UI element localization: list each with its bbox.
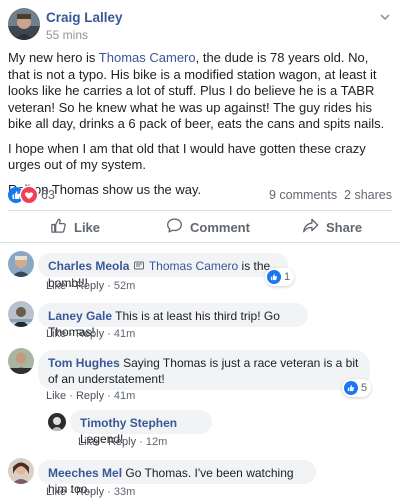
post-text: My new hero is (8, 50, 99, 65)
commenter-avatar[interactable] (8, 251, 34, 277)
facebook-post: Craig Lalley 55 mins My new hero is Thom… (0, 0, 400, 502)
post-timestamp[interactable]: 55 mins (46, 28, 88, 42)
mention-link[interactable]: Thomas Camero (99, 50, 196, 65)
comment-meta: Like · Reply · 52m (46, 280, 136, 292)
comment-reaction-badge[interactable]: 1 (265, 268, 295, 286)
tag-icon (133, 259, 145, 275)
comment-meta: Like · Reply · 33m (46, 486, 136, 498)
commenter-avatar[interactable] (8, 348, 34, 374)
commenter-name[interactable]: Charles Meola (48, 259, 129, 273)
comment-age[interactable]: 41m (114, 328, 135, 340)
comment-reply-link[interactable]: Reply (108, 436, 136, 448)
author-avatar[interactable] (8, 8, 40, 40)
mention-link[interactable]: Thomas Camero (149, 259, 238, 273)
chevron-down-icon[interactable] (378, 10, 392, 24)
comment-bubble: Charles Meola Thomas Camero is the bomb!… (38, 253, 288, 290)
comment-age[interactable]: 33m (114, 486, 135, 498)
comment-bubble: Laney Gale This is at least his third tr… (38, 303, 308, 339)
share-icon (302, 217, 326, 237)
comment-meta: Like · Reply · 41m (46, 328, 136, 340)
comment-age[interactable]: 41m (114, 390, 135, 402)
comment-like-link[interactable]: Like (46, 280, 66, 292)
reactions-summary: 63 9 comments 2 shares (8, 186, 392, 204)
post-paragraph: My new hero is Thomas Camero, the dude i… (8, 50, 392, 133)
reply-bubble: Timothy Stephen Legend! (70, 410, 212, 446)
share-button[interactable]: Share (302, 211, 362, 243)
comment-like-link[interactable]: Like (46, 390, 66, 402)
share-button-label: Share (326, 219, 363, 235)
commenter-name[interactable]: Laney Gale (48, 309, 112, 323)
comment-button-label: Comment (190, 219, 250, 235)
comment-like-link[interactable]: Like (78, 436, 98, 448)
like-reaction-icon (344, 381, 358, 395)
comment-button[interactable]: Comment (166, 211, 250, 243)
comment-bubble: Tom Hughes Saying Thomas is just a race … (38, 350, 370, 390)
comments-shares-count: 9 comments 2 shares (269, 188, 392, 202)
comment-like-link[interactable]: Like (46, 328, 66, 340)
comment-meta: Like · Reply · 12m (78, 436, 168, 448)
reaction-count[interactable]: 63 (41, 188, 55, 202)
commenter-avatar[interactable] (8, 301, 34, 327)
reaction-count: 5 (361, 382, 368, 394)
post-paragraph: I hope when I am that old that I would h… (8, 140, 366, 173)
commenter-avatar[interactable] (48, 413, 66, 431)
thumbs-up-icon (50, 217, 74, 237)
comment-age[interactable]: 52m (114, 280, 135, 292)
comments-count[interactable]: 9 comments (269, 188, 337, 202)
commenter-avatar[interactable] (8, 458, 34, 484)
comment-bubble: Meeches Mel Go Thomas. I've been watchin… (38, 460, 316, 496)
comment-age[interactable]: 12m (146, 436, 167, 448)
shares-count[interactable]: 2 shares (344, 188, 392, 202)
divider (0, 242, 400, 243)
comment-like-link[interactable]: Like (46, 486, 66, 498)
comment-reply-link[interactable]: Reply (76, 390, 104, 402)
comment-meta: Like · Reply · 41m (46, 390, 136, 402)
commenter-name[interactable]: Tom Hughes (48, 356, 120, 370)
commenter-name[interactable]: Meeches Mel (48, 466, 122, 480)
comment-reply-link[interactable]: Reply (76, 280, 104, 292)
commenter-name[interactable]: Timothy Stephen (80, 416, 177, 430)
comment-reaction-badge[interactable]: 5 (342, 379, 372, 397)
author-name[interactable]: Craig Lalley (46, 10, 123, 25)
comment-reply-link[interactable]: Reply (76, 486, 104, 498)
comment-icon (166, 217, 190, 237)
post-body: My new hero is Thomas Camero, the dude i… (8, 50, 392, 206)
like-button[interactable]: Like (50, 211, 100, 243)
reaction-count: 1 (284, 271, 291, 283)
love-reaction-icon[interactable] (21, 187, 37, 203)
like-button-label: Like (74, 219, 101, 235)
post-header: Craig Lalley 55 mins (8, 8, 392, 44)
post-actions: Like Comment Share (8, 211, 392, 243)
comment-reply-link[interactable]: Reply (76, 328, 104, 340)
like-reaction-icon (267, 270, 281, 284)
